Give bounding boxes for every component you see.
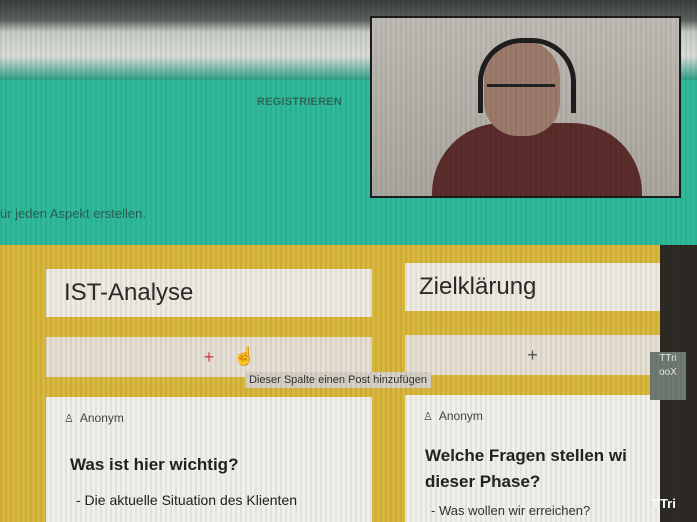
- user-icon: ♙: [423, 410, 433, 423]
- person-body: [432, 123, 642, 196]
- post-title: Was ist hier wichtig?: [70, 455, 239, 474]
- post-author-name: Anonym: [438, 409, 483, 423]
- board-instruction: ür jeden Aspekt erstellen.: [0, 206, 146, 221]
- add-post-button[interactable]: +: [405, 335, 660, 375]
- add-post-button[interactable]: +: [46, 337, 372, 377]
- glasses-icon: [487, 84, 555, 101]
- post-text: - Die aktuelle Situation des Klienten: [76, 492, 298, 508]
- side-action-button[interactable]: TTri ooX: [650, 352, 686, 400]
- headset-icon: [478, 38, 576, 113]
- side-label: TTri: [652, 496, 676, 511]
- post-author: ♙ Anonym: [64, 411, 124, 425]
- register-link[interactable]: REGISTRIEREN: [257, 96, 342, 108]
- column-title: IST-Analyse: [46, 269, 372, 317]
- post-author-name: Anonym: [79, 411, 124, 425]
- column-zielklaerung: Zielklärung + ♙ Anonym Welche Fragen ste…: [395, 245, 660, 522]
- post-text: - Was wollen wir erreichen?: [431, 503, 591, 518]
- user-icon: ♙: [64, 412, 74, 425]
- hand-pointer-icon: ☝: [233, 346, 256, 366]
- webcam-overlay: [370, 16, 681, 198]
- padlet-screen: REGISTRIEREN ür jeden Aspekt erstellen. …: [0, 0, 697, 522]
- post-author: ♙ Anonym: [423, 409, 483, 423]
- post-card[interactable]: ♙ Anonym Was ist hier wichtig? - Die akt…: [46, 397, 372, 522]
- column-title: Zielklärung: [405, 263, 660, 311]
- post-card[interactable]: ♙ Anonym Welche Fragen stellen wi dieser…: [405, 395, 660, 522]
- post-title: Welche Fragen stellen wi dieser Phase?: [425, 446, 627, 491]
- add-post-tooltip: Dieser Spalte einen Post hinzufügen: [245, 372, 431, 388]
